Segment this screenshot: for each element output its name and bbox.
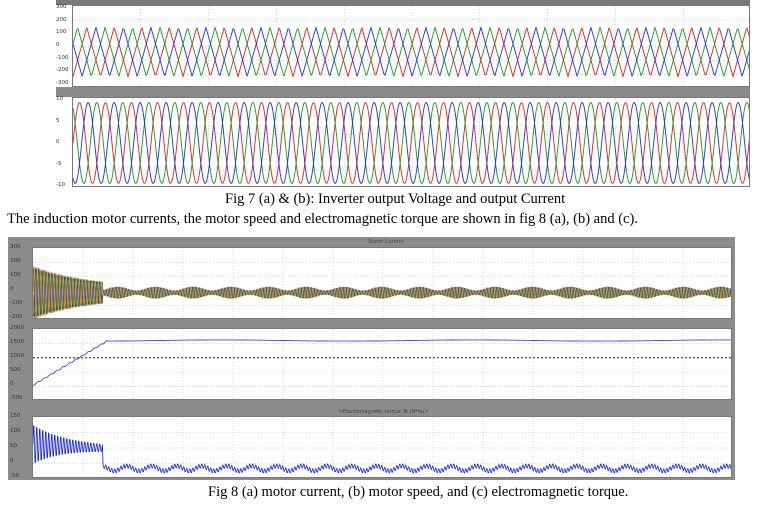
- current-phase-line: [73, 102, 749, 184]
- y-tick-label: -50: [10, 473, 19, 479]
- y-tick-label: -300: [56, 80, 69, 86]
- fig8a-plot: [32, 247, 732, 319]
- y-tick-label: -5: [56, 160, 62, 167]
- fig7b-plot: [72, 97, 750, 187]
- fig7a-waveforms: [73, 6, 749, 86]
- y-tick-label: 100: [10, 428, 21, 434]
- y-tick-label: 50: [10, 443, 17, 449]
- figure-8: Stator Current 300 200 100 0 -100 -200 2000 15…: [8, 237, 735, 480]
- y-tick-label: 1000: [10, 353, 24, 359]
- fig7b-title-bar: [56, 87, 750, 97]
- y-tick-label: 200: [10, 258, 21, 264]
- y-tick-label: 100: [10, 272, 21, 278]
- figure-8-caption: Fig 8 (a) motor current, (b) motor speed…: [208, 484, 629, 500]
- body-paragraph: The induction motor currents, the motor …: [7, 211, 638, 227]
- fig8b-plot: [32, 328, 732, 400]
- fig8c-plot: [32, 416, 732, 478]
- y-tick-label: 10: [56, 96, 63, 102]
- fig8a-stator-current: [33, 248, 731, 318]
- y-tick-label: 200: [56, 16, 67, 23]
- motor-speed-line: [33, 339, 731, 386]
- y-tick-label: 5: [56, 117, 60, 124]
- y-tick-label: -500: [10, 395, 23, 401]
- y-tick-label: -10: [56, 182, 65, 188]
- y-tick-label: 500: [10, 367, 21, 373]
- figure-7-caption: Fig 7 (a) & (b): Inverter output Voltage…: [225, 191, 566, 207]
- y-tick-label: 0: [10, 286, 14, 292]
- fig7b-waveforms: [73, 98, 749, 186]
- fig8a-title: Stator Current: [368, 239, 404, 245]
- y-tick-label: 0: [56, 139, 60, 145]
- y-tick-label: 2000: [10, 325, 24, 331]
- y-tick-label: 0: [56, 42, 60, 48]
- y-tick-label: -100: [56, 54, 69, 61]
- y-tick-label: 300: [10, 244, 21, 250]
- fig8c-title: <Electromagnetic torque Te (N*m)>: [338, 409, 429, 415]
- y-tick-label: -100: [10, 300, 23, 306]
- y-tick-label: 0: [10, 458, 14, 464]
- y-tick-label: 1500: [10, 339, 24, 345]
- y-tick-label: 300: [56, 4, 67, 10]
- fig7a-plot: [72, 5, 750, 87]
- stator-current-line: [33, 266, 731, 318]
- figure-7: 300 200 100 0 -100 -200 -300 10 5 0 -5 -10: [56, 0, 750, 190]
- torque-line: [33, 425, 731, 474]
- y-tick-label: 0: [10, 381, 14, 387]
- y-tick-label: 100: [56, 29, 67, 36]
- y-tick-label: -200: [56, 67, 69, 74]
- y-tick-label: -200: [10, 314, 23, 320]
- fig8b-motor-speed: [33, 329, 731, 399]
- y-tick-label: 150: [10, 413, 21, 419]
- fig8c-electromagnetic-torque: [33, 417, 731, 477]
